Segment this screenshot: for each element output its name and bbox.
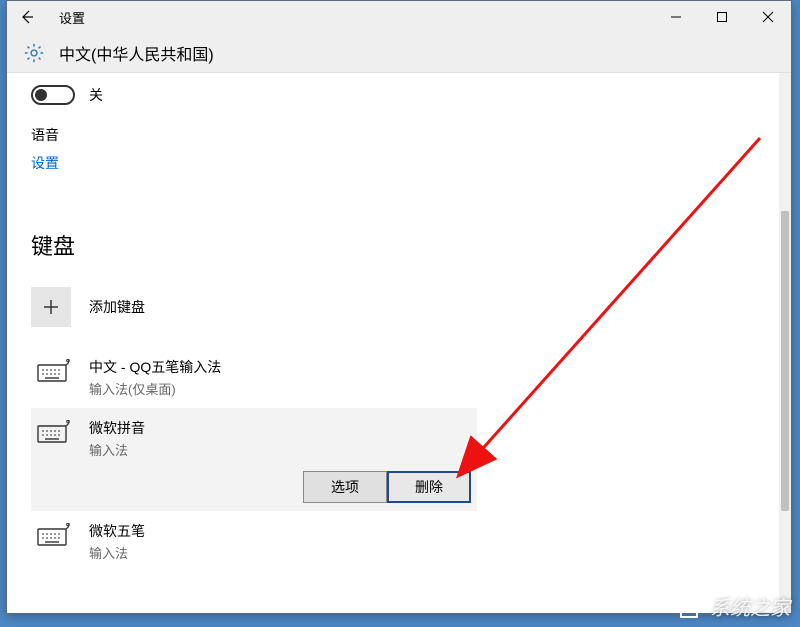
- keyboard-sub: 输入法(仅桌面): [89, 379, 221, 398]
- arrow-left-icon: [19, 9, 35, 25]
- plus-icon: [42, 298, 60, 316]
- back-button[interactable]: [7, 1, 47, 33]
- scrollbar[interactable]: [779, 73, 791, 613]
- keyboard-sub: 输入法: [89, 543, 145, 562]
- keyboard-name: 中文 - QQ五笔输入法: [89, 357, 221, 377]
- options-button[interactable]: 选项: [303, 471, 387, 503]
- keyboard-icon: [37, 523, 71, 547]
- gear-icon: [23, 42, 45, 64]
- voice-settings-link[interactable]: 设置: [31, 153, 59, 173]
- minimize-button[interactable]: [653, 1, 699, 33]
- keyboard-icon: [37, 420, 71, 444]
- voice-label: 语音: [31, 125, 767, 145]
- keyboard-item-selected[interactable]: 微软拼音 输入法 选项 删除: [31, 408, 477, 511]
- add-keyboard-label: 添加键盘: [89, 297, 145, 317]
- watermark-text: 系统之家: [710, 592, 790, 621]
- content-area: 关 语音 设置 键盘 添加键盘: [7, 73, 791, 613]
- keyboard-item[interactable]: 微软五笔 输入法: [31, 511, 477, 572]
- watermark: 系统之家: [674, 592, 790, 621]
- close-button[interactable]: [745, 1, 791, 33]
- delete-button[interactable]: 删除: [387, 471, 471, 503]
- keyboard-icon: [37, 359, 71, 383]
- keyboard-name: 微软五笔: [89, 521, 145, 541]
- toggle-knob: [35, 89, 47, 101]
- keyboard-name: 微软拼音: [89, 418, 145, 438]
- close-icon: [762, 11, 774, 23]
- keyboard-list: 中文 - QQ五笔输入法 输入法(仅桌面) 微软拼音 输入法: [31, 347, 767, 572]
- settings-window: 设置: [6, 0, 792, 614]
- keyboard-sub: 输入法: [89, 440, 145, 459]
- toggle-switch[interactable]: [31, 85, 75, 105]
- keyboards-section-title: 键盘: [31, 229, 767, 261]
- keyboard-item[interactable]: 中文 - QQ五笔输入法 输入法(仅桌面): [31, 347, 477, 408]
- add-keyboard-button[interactable]: 添加键盘: [31, 287, 767, 327]
- maximize-icon: [716, 11, 728, 23]
- house-icon: [674, 594, 704, 620]
- maximize-button[interactable]: [699, 1, 745, 33]
- language-title: 中文(中华人民共和国): [59, 41, 214, 65]
- titlebar: 设置: [7, 1, 791, 73]
- scrollbar-thumb[interactable]: [781, 211, 789, 511]
- app-title: 设置: [59, 8, 85, 27]
- toggle-label: 关: [89, 85, 103, 105]
- minimize-icon: [670, 11, 682, 23]
